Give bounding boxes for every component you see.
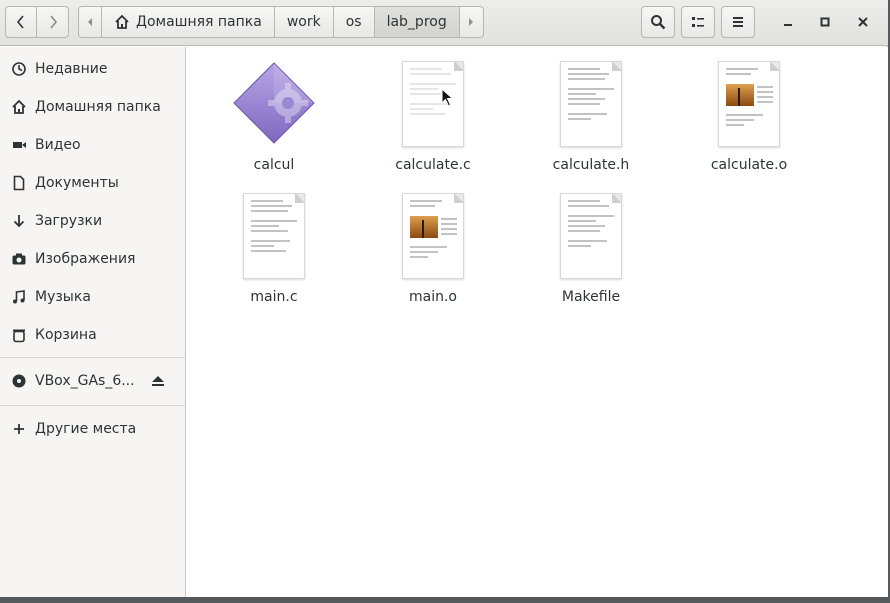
view-toggle-button[interactable] (681, 6, 715, 38)
triangle-left-icon (88, 18, 92, 26)
file-manager-window: Домашняя папка work os lab_prog Недавние… (0, 0, 888, 597)
disc-icon (11, 373, 27, 389)
sidebar-item-documents[interactable]: Документы (0, 165, 185, 201)
path-bar: Домашняя папка work os lab_prog (78, 6, 484, 38)
text-file-icon (243, 187, 305, 279)
path-segment-label: lab_prog (386, 14, 447, 30)
chevron-right-icon (49, 15, 57, 29)
file-item-calculate-c[interactable]: calculate.c (363, 55, 503, 173)
text-file-icon (560, 55, 622, 147)
minimize-icon (784, 24, 792, 26)
sidebar-item-video[interactable]: Видео (0, 127, 185, 163)
trash-icon (11, 327, 27, 343)
home-icon (11, 99, 27, 115)
file-name: main.o (409, 289, 457, 305)
close-icon (858, 17, 868, 27)
path-segment-label: os (345, 14, 362, 30)
desktop-background-strip (0, 597, 890, 603)
plus-icon (11, 421, 27, 437)
maximize-icon (820, 17, 830, 27)
header-bar: Домашняя папка work os lab_prog (0, 0, 888, 46)
file-item-calcul[interactable]: calcul (204, 55, 344, 173)
file-name: calculate.o (710, 157, 788, 173)
document-icon (11, 175, 27, 191)
close-button[interactable] (849, 8, 877, 36)
sidebar-item-label: Видео (35, 137, 81, 153)
sidebar-item-downloads[interactable]: Загрузки (0, 203, 185, 239)
sidebar-item-label: Недавние (35, 61, 108, 77)
sidebar-item-vbox-disc[interactable]: VBox_GAs_6... (0, 363, 185, 399)
hamburger-menu-icon (733, 17, 743, 27)
sidebar-item-label: VBox_GAs_6... (35, 373, 135, 389)
eject-icon[interactable] (151, 374, 165, 392)
file-name: main.c (250, 289, 298, 305)
mouse-pointer-icon (441, 87, 455, 112)
object-file-icon (718, 55, 780, 147)
file-item-main-c[interactable]: main.c (204, 187, 344, 305)
sidebar-item-other-locations[interactable]: Другие места (0, 411, 185, 447)
sidebar-item-label: Музыка (35, 289, 91, 305)
search-icon (651, 15, 666, 30)
sidebar-separator (0, 357, 185, 358)
sidebar-separator (0, 405, 185, 406)
path-segment-label: Домашняя папка (136, 14, 262, 30)
sidebar-item-home[interactable]: Домашняя папка (0, 89, 185, 125)
path-segment-label: work (286, 14, 321, 30)
path-segment-os[interactable]: os (333, 6, 375, 38)
minimize-button[interactable] (774, 8, 802, 36)
search-button[interactable] (641, 6, 675, 38)
sidebar-item-label: Другие места (35, 421, 137, 437)
maximize-button[interactable] (811, 8, 839, 36)
video-icon (11, 137, 27, 153)
sidebar-item-trash[interactable]: Корзина (0, 317, 185, 353)
list-view-icon (692, 17, 704, 27)
sidebar-item-music[interactable]: Музыка (0, 279, 185, 315)
clock-icon (11, 61, 27, 77)
path-segment-lab-prog[interactable]: lab_prog (374, 6, 460, 38)
sidebar: Недавние Домашняя папка Видео Документы … (0, 47, 186, 597)
download-icon (11, 213, 27, 229)
sidebar-item-label: Документы (35, 175, 119, 191)
forward-button[interactable] (37, 6, 69, 38)
back-button[interactable] (5, 6, 37, 38)
triangle-right-icon (469, 18, 474, 26)
navigation-buttons (5, 6, 69, 38)
sidebar-item-label: Корзина (35, 327, 97, 343)
path-segment-work[interactable]: work (274, 6, 334, 38)
file-view: calcul calculate.c calculate.h calculate… (187, 47, 888, 597)
path-segment-home[interactable]: Домашняя папка (102, 6, 275, 38)
sidebar-item-pictures[interactable]: Изображения (0, 241, 185, 277)
file-name: calcul (253, 157, 295, 173)
file-name: calculate.c (395, 157, 471, 173)
text-file-icon (560, 187, 622, 279)
home-icon (114, 14, 130, 30)
object-file-icon (402, 187, 464, 279)
sidebar-item-label: Домашняя папка (35, 99, 161, 115)
sidebar-item-label: Загрузки (35, 213, 103, 229)
executable-icon (230, 55, 318, 147)
file-item-calculate-o[interactable]: calculate.o (679, 55, 819, 173)
file-item-main-o[interactable]: main.o (363, 187, 503, 305)
camera-icon (11, 251, 27, 267)
file-item-makefile[interactable]: Makefile (521, 187, 661, 305)
music-icon (11, 289, 27, 305)
path-scroll-left-button[interactable] (78, 6, 102, 38)
file-name: Makefile (561, 289, 621, 305)
sidebar-item-label: Изображения (35, 251, 136, 267)
menu-button[interactable] (721, 6, 755, 38)
path-scroll-right-button[interactable] (459, 6, 484, 38)
file-name: calculate.h (552, 157, 630, 173)
sidebar-item-recent[interactable]: Недавние (0, 51, 185, 87)
file-item-calculate-h[interactable]: calculate.h (521, 55, 661, 173)
chevron-left-icon (16, 15, 24, 29)
